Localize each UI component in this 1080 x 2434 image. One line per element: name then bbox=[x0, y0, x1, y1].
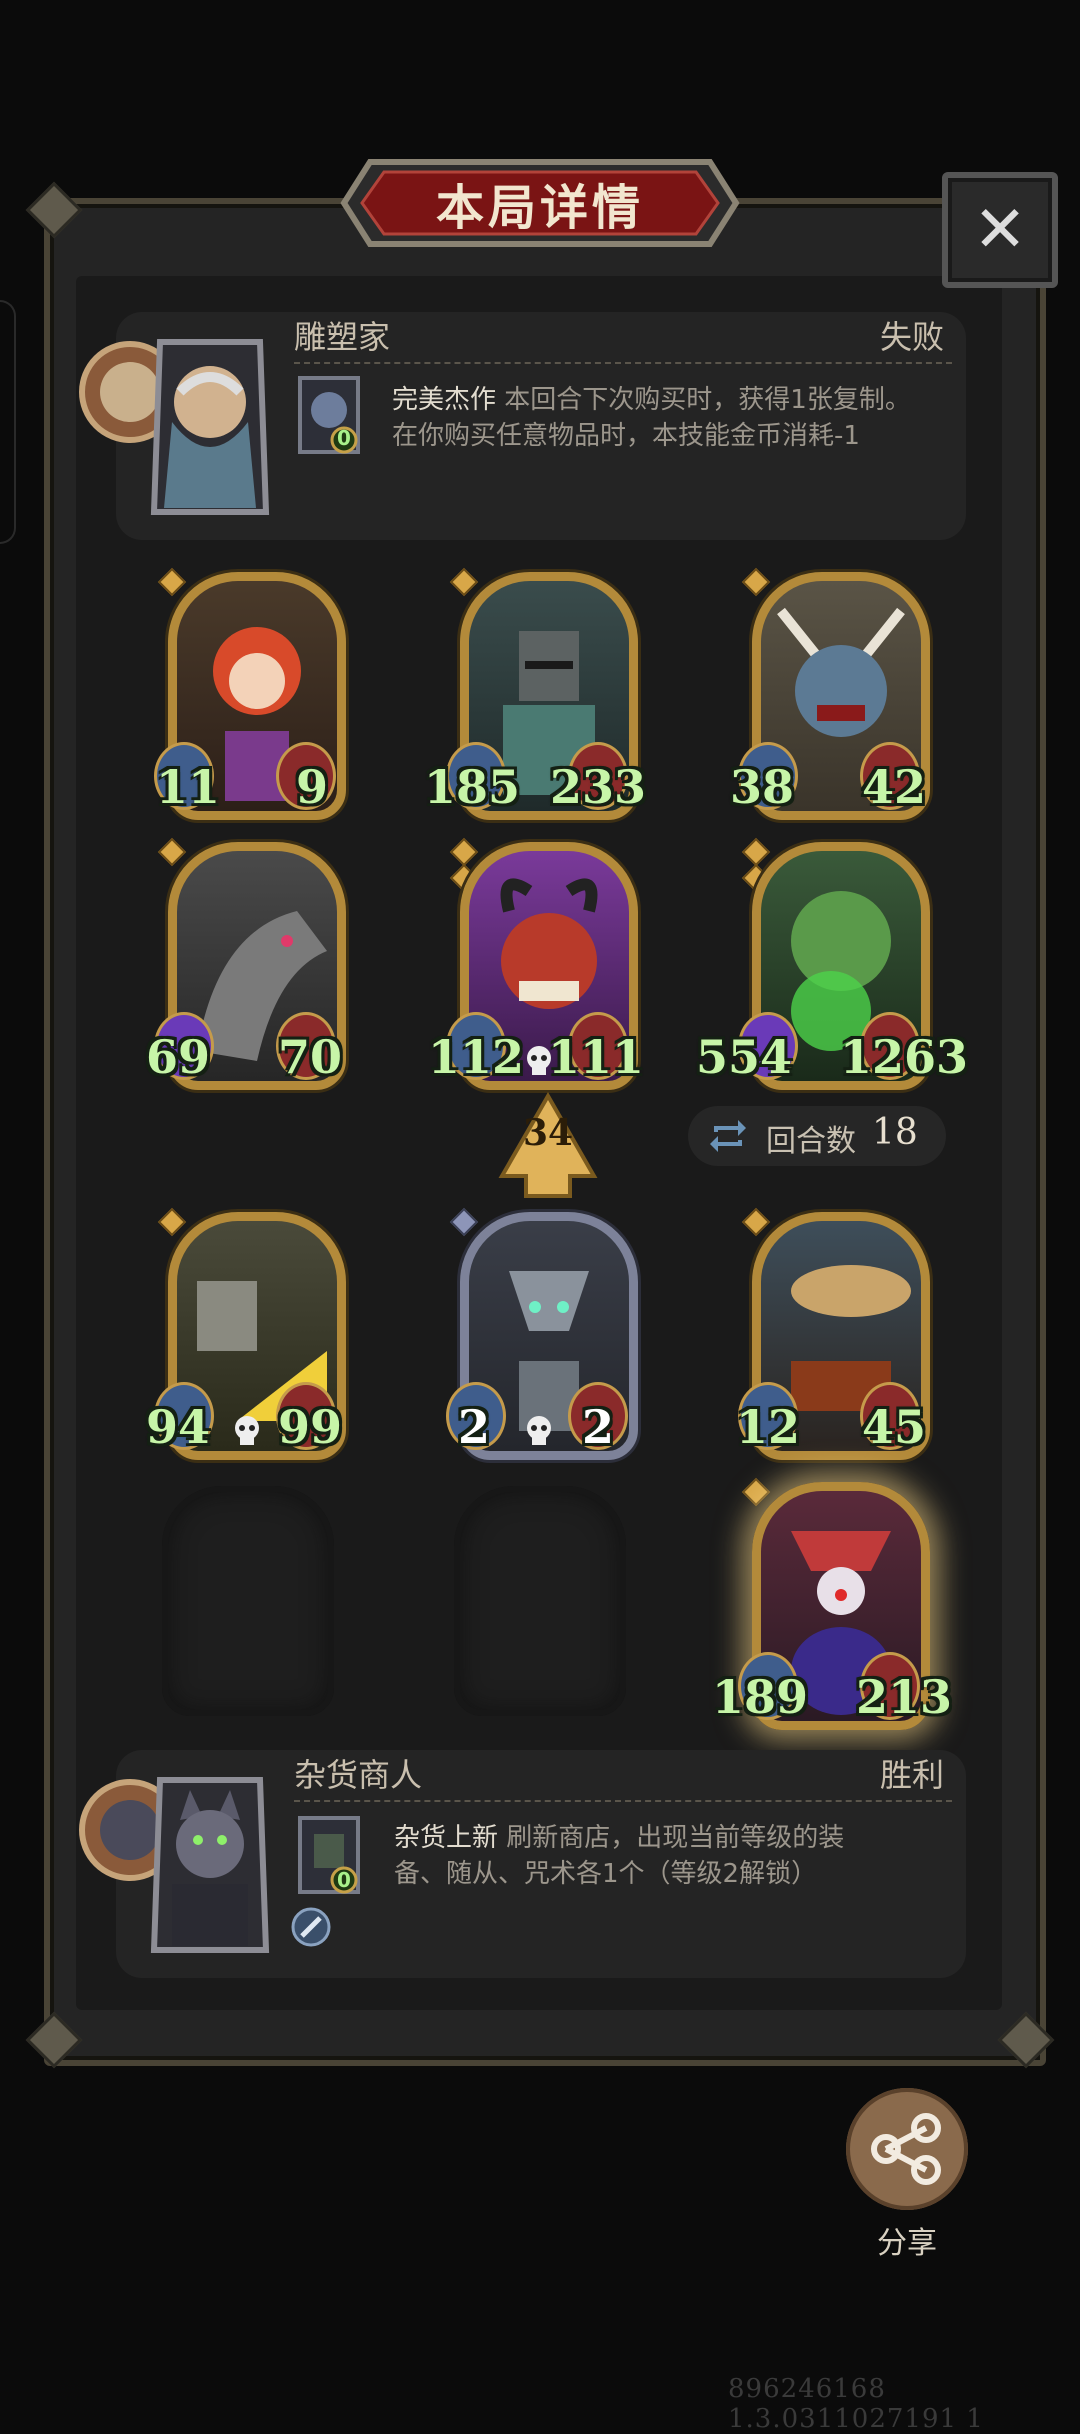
divider bbox=[294, 1800, 952, 1802]
tier-pip bbox=[157, 567, 187, 597]
minion-health: 111 bbox=[547, 1030, 644, 1084]
minion-health: 99 bbox=[277, 1400, 342, 1454]
minion-health: 213 bbox=[855, 1670, 952, 1724]
player-name: 杂货商人 bbox=[294, 1756, 423, 1794]
merchant-cat-avatar-icon bbox=[79, 1777, 270, 1953]
empty-slot bbox=[454, 1486, 626, 1716]
minion-attack: 94 bbox=[146, 1400, 211, 1454]
watermark-text: 896246168 1.3.0311027191 1 bbox=[728, 2374, 984, 2434]
skill-icon[interactable]: 0 bbox=[296, 1814, 362, 1896]
skull-icon bbox=[235, 1416, 259, 1445]
page-title: 本局详情 bbox=[435, 180, 644, 236]
player-result: 胜利 bbox=[879, 1756, 944, 1794]
opponent-result: 失败 bbox=[879, 318, 944, 356]
skill-cost: 0 bbox=[337, 1868, 351, 1892]
tier-pip bbox=[449, 1207, 479, 1237]
skill-desc-line1: 本回合下次购买时，获得1张复制。 bbox=[504, 385, 911, 415]
title-plate: 本局详情 bbox=[340, 158, 740, 248]
share-label[interactable]: 分享 bbox=[846, 2218, 968, 2262]
empty-slot bbox=[162, 1486, 334, 1716]
minion-attack: 12 bbox=[736, 1400, 801, 1454]
skill-desc-line2: 备、随从、咒术各1个（等级2解锁） bbox=[394, 1859, 818, 1889]
side-edge-tab bbox=[0, 300, 16, 544]
minion-card[interactable]: 38 42 bbox=[730, 566, 930, 822]
minion-attack: 189 bbox=[712, 1670, 809, 1724]
minion-attack: 38 bbox=[730, 760, 795, 814]
tier-pip bbox=[449, 567, 479, 597]
player-portrait[interactable] bbox=[60, 1760, 300, 1960]
divider bbox=[294, 362, 952, 364]
minion-card[interactable]: 94 99 bbox=[146, 1206, 346, 1462]
skill-desc-line2: 在你购买任意物品时，本技能金币消耗-1 bbox=[392, 421, 860, 451]
tier-pip bbox=[157, 1207, 187, 1237]
skill-icon[interactable]: 0 bbox=[296, 374, 362, 456]
minion-health: 9 bbox=[295, 760, 328, 814]
minion-card[interactable]: 69 70 bbox=[146, 836, 346, 1092]
round-label: 回合数 bbox=[766, 1124, 856, 1159]
minion-attack: 11 bbox=[156, 760, 221, 814]
tier-pip bbox=[741, 837, 771, 867]
skill-name: 杂货上新 bbox=[394, 1823, 499, 1853]
minion-health: 42 bbox=[861, 760, 926, 814]
level-number: 34 bbox=[522, 1112, 574, 1154]
tier-pip bbox=[741, 567, 771, 597]
minion-attack: 185 bbox=[424, 760, 521, 814]
minion-health: 233 bbox=[549, 760, 646, 814]
skill-cost: 0 bbox=[337, 426, 351, 450]
minion-card[interactable]: 554 1263 bbox=[696, 836, 968, 1092]
minion-card[interactable]: 11 9 bbox=[152, 566, 346, 822]
tier-pip bbox=[157, 837, 187, 867]
opponent-panel: 雕塑家 失败 0 完美杰作 本回合下次购买时，获得1张复制。 在你购买任意物品时… bbox=[79, 312, 966, 540]
minion-attack: 69 bbox=[146, 1030, 211, 1084]
round-counter: 回合数 18 bbox=[688, 1106, 946, 1166]
tier-pip bbox=[741, 1207, 771, 1237]
minion-attack: 112 bbox=[428, 1030, 525, 1084]
equipment-icon[interactable] bbox=[290, 1906, 332, 1948]
minion-health: 70 bbox=[277, 1030, 342, 1084]
tier-pip bbox=[449, 837, 479, 867]
minion-health: 45 bbox=[861, 1400, 926, 1454]
minion-card[interactable]: 2 2 bbox=[444, 1206, 638, 1462]
share-button[interactable] bbox=[846, 2088, 968, 2210]
player-panel: 杂货商人 胜利 0 杂货上新 刷新商店，出现当前等级的装 备、随从、咒术各1个（… bbox=[79, 1750, 966, 1978]
minion-card[interactable]: 12 45 bbox=[736, 1206, 930, 1462]
close-button[interactable]: ✕ bbox=[942, 172, 1058, 288]
skull-icon bbox=[527, 1416, 551, 1445]
minion-health: 1263 bbox=[839, 1030, 968, 1084]
minion-card[interactable]: 112 111 bbox=[428, 836, 644, 1092]
minion-card[interactable]: 185 233 bbox=[424, 566, 646, 822]
tier-pip bbox=[741, 1477, 771, 1507]
skill-desc-line1: 刷新商店，出现当前等级的装 bbox=[506, 1823, 845, 1853]
opponent-portrait[interactable] bbox=[60, 322, 300, 522]
share-icon bbox=[871, 2113, 941, 2185]
skill-name: 完美杰作 bbox=[392, 385, 497, 415]
minion-attack: 554 bbox=[696, 1030, 793, 1084]
skill-description: 杂货上新 刷新商店，出现当前等级的装 备、随从、咒术各1个（等级2解锁） bbox=[394, 1820, 954, 1892]
repeat-icon bbox=[710, 1120, 746, 1152]
sculptor-avatar-icon bbox=[79, 339, 270, 515]
round-value: 18 bbox=[872, 1112, 918, 1153]
minion-attack: 2 bbox=[458, 1400, 491, 1454]
minion-card[interactable]: 189 213 bbox=[712, 1476, 952, 1732]
close-icon: ✕ bbox=[973, 193, 1027, 267]
minion-health: 2 bbox=[581, 1400, 614, 1454]
opponent-name: 雕塑家 bbox=[294, 318, 391, 356]
skill-description: 完美杰作 本回合下次购买时，获得1张复制。 在你购买任意物品时，本技能金币消耗-… bbox=[392, 382, 952, 454]
